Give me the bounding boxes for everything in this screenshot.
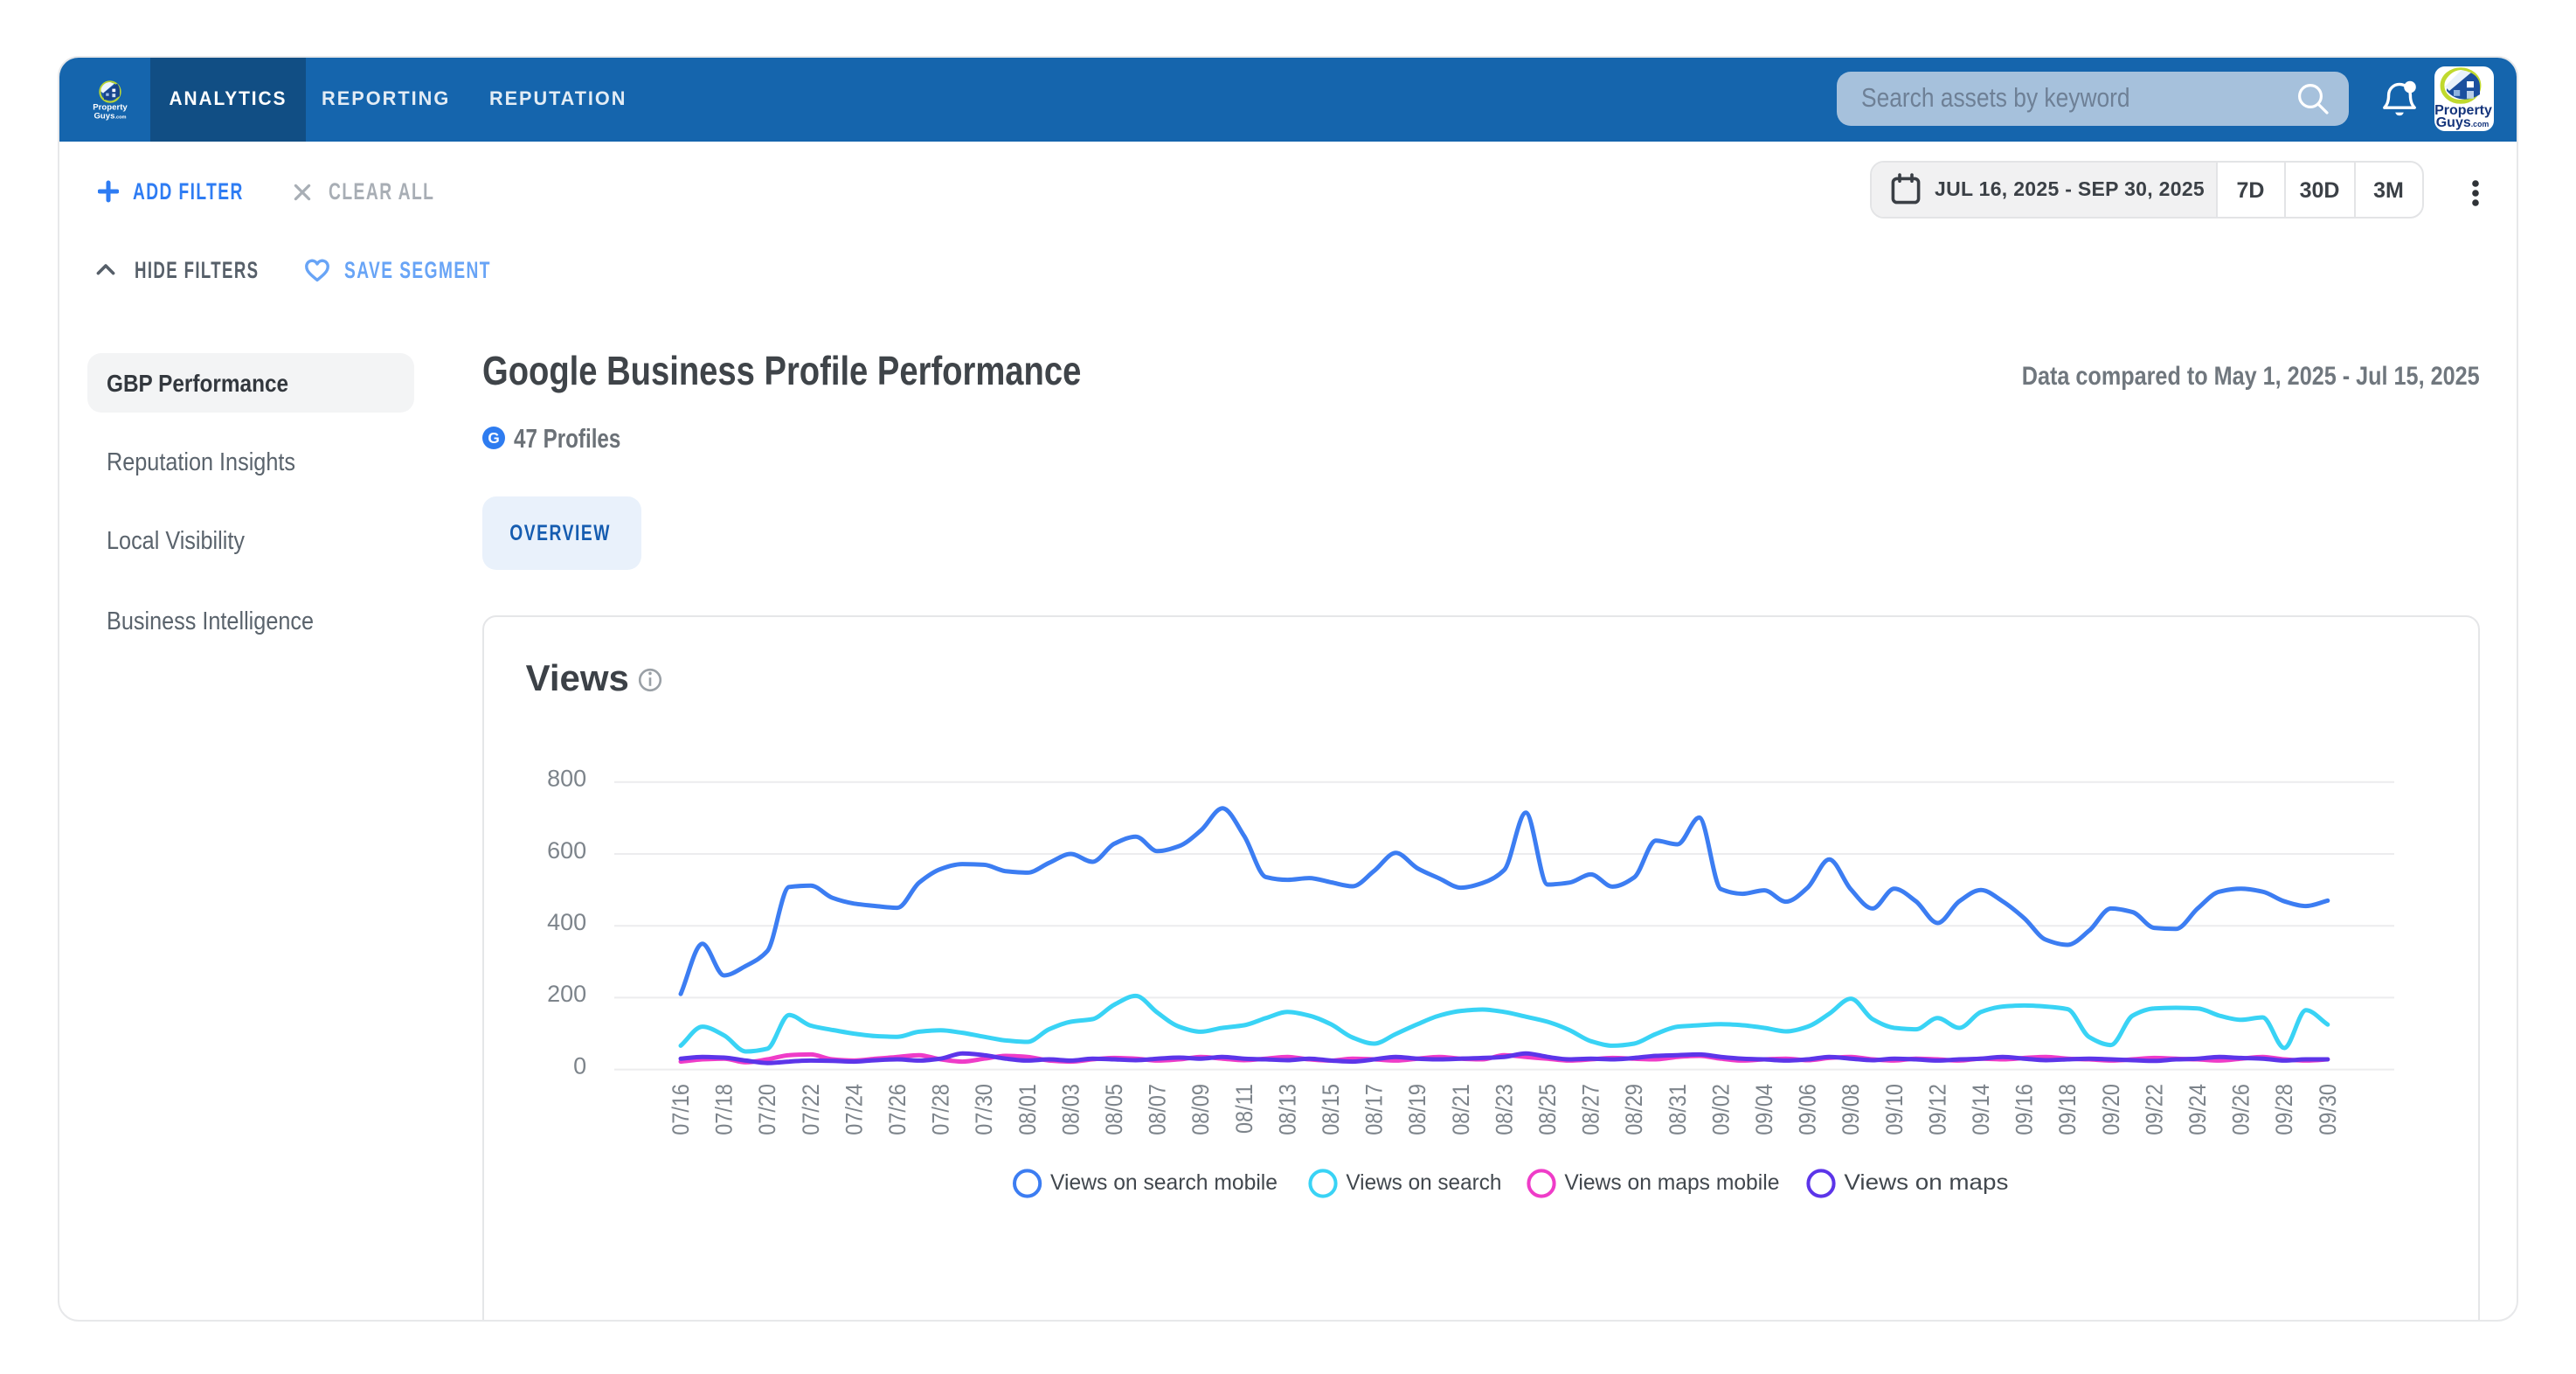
- svg-text:08/25: 08/25: [1535, 1083, 1562, 1135]
- svg-text:09/10: 09/10: [1881, 1083, 1908, 1135]
- svg-text:09/06: 09/06: [1795, 1083, 1821, 1135]
- svg-text:400: 400: [547, 908, 586, 934]
- svg-text:08/19: 08/19: [1405, 1083, 1431, 1135]
- svg-text:Guys.com: Guys.com: [93, 112, 126, 121]
- svg-text:07/16: 07/16: [668, 1083, 695, 1135]
- svg-text:08/01: 08/01: [1014, 1083, 1041, 1135]
- svg-text:07/22: 07/22: [798, 1083, 824, 1135]
- svg-text:Views on maps mobile: Views on maps mobile: [1564, 1169, 1779, 1194]
- svg-text:09/08: 09/08: [1839, 1083, 1865, 1135]
- svg-text:08/21: 08/21: [1448, 1083, 1474, 1135]
- svg-text:Views on search mobile: Views on search mobile: [1050, 1169, 1278, 1194]
- svg-text:200: 200: [547, 980, 586, 1006]
- svg-text:Views: Views: [526, 656, 629, 697]
- svg-text:07/30: 07/30: [972, 1083, 998, 1135]
- svg-text:09/30: 09/30: [2315, 1083, 2341, 1135]
- svg-text:09/24: 09/24: [2185, 1083, 2212, 1135]
- svg-text:Views on search: Views on search: [1346, 1169, 1501, 1194]
- svg-text:09/02: 09/02: [1708, 1083, 1735, 1135]
- svg-text:07/18: 07/18: [711, 1083, 737, 1135]
- svg-text:0: 0: [573, 1051, 586, 1078]
- svg-text:08/29: 08/29: [1622, 1083, 1648, 1135]
- svg-text:09/14: 09/14: [1969, 1083, 1995, 1135]
- svg-text:08/23: 08/23: [1492, 1083, 1518, 1135]
- svg-text:08/05: 08/05: [1102, 1083, 1128, 1135]
- svg-text:09/26: 09/26: [2228, 1083, 2254, 1135]
- svg-text:09/20: 09/20: [2098, 1083, 2124, 1135]
- svg-text:08/27: 08/27: [1578, 1083, 1604, 1135]
- svg-text:08/11: 08/11: [1231, 1083, 1257, 1133]
- svg-text:08/31: 08/31: [1665, 1083, 1691, 1135]
- svg-text:800: 800: [547, 765, 586, 791]
- svg-text:08/13: 08/13: [1275, 1083, 1301, 1135]
- svg-text:08/15: 08/15: [1319, 1083, 1345, 1135]
- svg-text:07/24: 07/24: [841, 1083, 868, 1135]
- svg-text:08/17: 08/17: [1361, 1083, 1388, 1135]
- svg-text:09/28: 09/28: [2272, 1083, 2298, 1135]
- svg-text:G: G: [487, 429, 498, 447]
- svg-text:09/04: 09/04: [1752, 1083, 1778, 1135]
- svg-text:07/28: 07/28: [928, 1083, 954, 1135]
- svg-text:08/09: 08/09: [1188, 1083, 1215, 1135]
- svg-text:09/12: 09/12: [1925, 1083, 1951, 1135]
- svg-text:07/26: 07/26: [885, 1083, 911, 1135]
- svg-text:09/18: 09/18: [2055, 1083, 2081, 1135]
- svg-text:08/03: 08/03: [1058, 1083, 1084, 1135]
- svg-text:08/07: 08/07: [1145, 1083, 1171, 1135]
- svg-text:07/20: 07/20: [755, 1083, 781, 1135]
- svg-text:09/22: 09/22: [2142, 1083, 2168, 1135]
- svg-text:09/16: 09/16: [2012, 1083, 2038, 1135]
- svg-text:600: 600: [547, 836, 586, 863]
- svg-text:Views on maps: Views on maps: [1844, 1169, 2008, 1194]
